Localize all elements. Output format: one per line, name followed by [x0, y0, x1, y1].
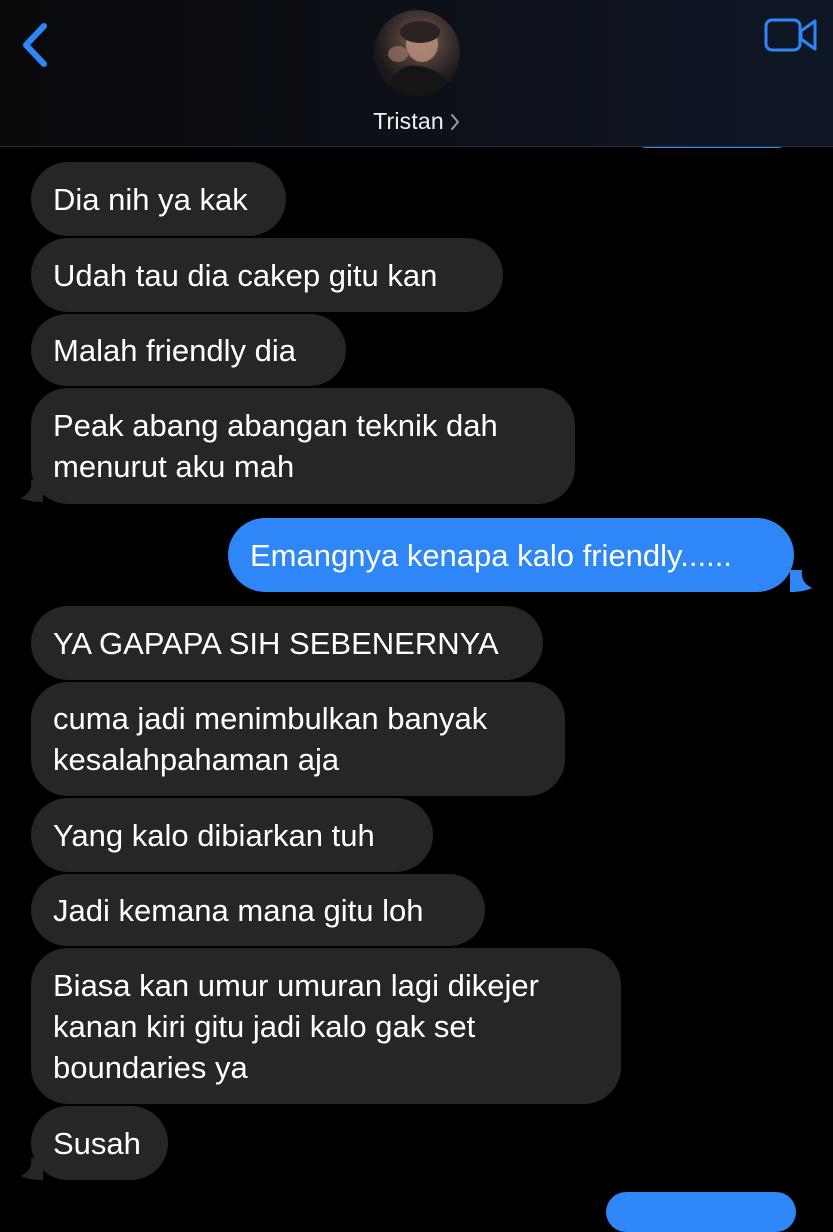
- message-bubble-incoming[interactable]: Jadi kemana mana gitu loh: [31, 874, 485, 946]
- message-text: Emangnya kenapa kalo friendly......: [250, 537, 732, 573]
- message-line: menurut aku mah: [53, 449, 295, 484]
- message-line: Peak abang abangan teknik dah: [53, 408, 498, 443]
- message-text: Biasa kan umur umuran lagi dikejer kanan…: [53, 965, 539, 1088]
- contact-name: Tristan: [373, 108, 444, 134]
- message-line: kesalahpahaman aja: [53, 742, 340, 777]
- message-bubble-incoming[interactable]: YA GAPAPA SIH SEBENERNYA: [31, 606, 543, 680]
- message-bubble-incoming[interactable]: Yang kalo dibiarkan tuh: [31, 798, 433, 872]
- bubble-tail: [790, 570, 812, 592]
- message-bubble-outgoing[interactable]: Emangnya kenapa kalo friendly......: [228, 518, 794, 592]
- message-text: Peak abang abangan teknik dah menurut ak…: [53, 405, 498, 487]
- message-line: Biasa kan umur umuran lagi dikejer: [53, 967, 539, 1003]
- message-bubble-incoming[interactable]: Malah friendly dia: [31, 314, 346, 386]
- bubble-tail: [21, 1158, 43, 1180]
- avatar-photo: [384, 21, 454, 96]
- message-bubble-incoming[interactable]: Biasa kan umur umuran lagi dikejer kanan…: [31, 948, 621, 1104]
- message-text: Dia nih ya kak: [53, 181, 248, 217]
- video-call-button[interactable]: [764, 16, 818, 54]
- message-text: Udah tau dia cakep gitu kan: [53, 257, 438, 293]
- message-line: boundaries ya: [53, 1049, 248, 1085]
- back-button[interactable]: [16, 22, 56, 68]
- message-line: kanan kiri gitu jadi kalo gak set: [53, 1008, 476, 1044]
- message-bubble-incoming[interactable]: Dia nih ya kak: [31, 162, 286, 236]
- bubble-tail: [21, 480, 43, 502]
- conversation-header: Tristan: [0, 0, 833, 147]
- message-text: Yang kalo dibiarkan tuh: [53, 817, 375, 853]
- avatar[interactable]: [374, 10, 460, 96]
- message-bubble-incoming[interactable]: Udah tau dia cakep gitu kan: [31, 238, 503, 312]
- message-text: YA GAPAPA SIH SEBENERNYA: [53, 625, 499, 661]
- message-bubble-partial: [606, 1192, 796, 1232]
- contact-name-button[interactable]: Tristan: [373, 108, 460, 135]
- message-text: cuma jadi menimbulkan banyak kesalahpaha…: [53, 698, 487, 780]
- video-camera-icon: [764, 18, 817, 52]
- message-line: cuma jadi menimbulkan banyak: [53, 701, 488, 736]
- message-text: Malah friendly dia: [53, 332, 296, 368]
- chevron-left-icon: [23, 23, 47, 67]
- chevron-right-icon: [450, 113, 459, 130]
- message-bubble-incoming[interactable]: Peak abang abangan teknik dah menurut ak…: [31, 388, 575, 504]
- message-bubble-incoming[interactable]: Susah: [31, 1106, 168, 1180]
- message-text: Susah: [53, 1125, 141, 1161]
- message-bubble-incoming[interactable]: cuma jadi menimbulkan banyak kesalahpaha…: [31, 682, 565, 796]
- message-text: Jadi kemana mana gitu loh: [53, 892, 424, 928]
